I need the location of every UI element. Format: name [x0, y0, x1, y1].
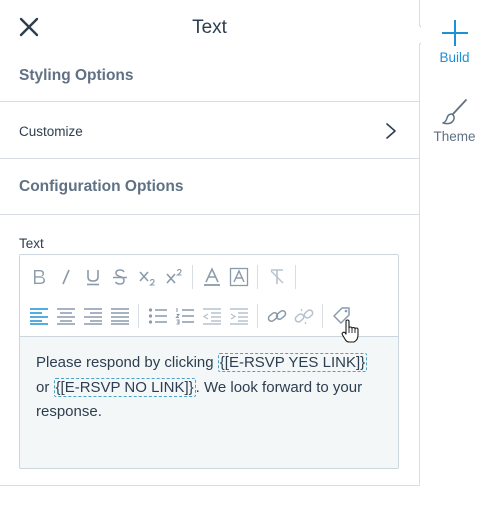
- unlink-icon: [294, 308, 313, 325]
- panel-header: Text: [0, 0, 419, 56]
- merge-token-yes[interactable]: {[E-RSVP YES LINK]}: [217, 353, 368, 372]
- strikethrough-button[interactable]: [106, 264, 133, 290]
- align-left-icon: [29, 308, 48, 325]
- bold-button[interactable]: [25, 264, 52, 290]
- align-justify-button[interactable]: [106, 303, 133, 329]
- text-field-label: Text: [19, 236, 44, 251]
- side-rail: Build Theme: [421, 0, 488, 486]
- superscript-icon: [165, 268, 182, 284]
- customize-label: Customize: [19, 124, 83, 139]
- styling-options-heading: Styling Options: [0, 56, 419, 102]
- superscript-button[interactable]: [160, 264, 187, 290]
- strikethrough-icon: [112, 269, 127, 285]
- highlight-color-icon: [229, 267, 248, 287]
- numbered-list-icon: [174, 308, 194, 325]
- underline-icon: [86, 270, 99, 286]
- clear-format-button[interactable]: [263, 264, 290, 290]
- unlink-button[interactable]: [290, 303, 317, 329]
- content-text: Please respond by clicking: [36, 354, 218, 371]
- configuration-options-heading: Configuration Options: [0, 159, 419, 215]
- align-left-button[interactable]: [25, 303, 52, 329]
- italic-button[interactable]: [52, 264, 79, 290]
- align-center-button[interactable]: [52, 303, 79, 329]
- align-justify-icon: [110, 308, 129, 325]
- subscript-icon: [138, 271, 155, 286]
- font-color-icon: [203, 267, 220, 286]
- merge-token-no[interactable]: {[E-RSVP NO LINK]}: [53, 377, 196, 397]
- highlight-color-button[interactable]: [225, 264, 252, 290]
- rich-text-editor: Please respond by clicking {[E-RSVP YES …: [19, 254, 399, 469]
- customize-row[interactable]: Customize: [0, 102, 419, 159]
- panel-title: Text: [192, 17, 227, 38]
- toolbar-row-1: [20, 262, 301, 292]
- indent-icon: [229, 308, 248, 325]
- chevron-right-icon: [386, 123, 396, 139]
- subscript-button[interactable]: [133, 264, 160, 290]
- align-right-button[interactable]: [79, 303, 106, 329]
- rail-theme-label: Theme: [433, 129, 476, 144]
- align-right-icon: [83, 308, 102, 325]
- rail-build[interactable]: Build: [421, 18, 488, 65]
- bullet-list-icon: [148, 308, 167, 324]
- clear-format-icon: [270, 269, 283, 284]
- rail-theme[interactable]: Theme: [421, 97, 488, 144]
- plus-icon: [441, 20, 468, 46]
- merge-tag-button[interactable]: [328, 303, 355, 329]
- outdent-icon: [202, 308, 221, 325]
- paintbrush-icon: [441, 99, 467, 125]
- outdent-button[interactable]: [198, 303, 225, 329]
- tag-icon: [332, 307, 350, 324]
- italic-icon: [61, 269, 70, 285]
- font-color-button[interactable]: [198, 264, 225, 290]
- indent-button[interactable]: [225, 303, 252, 329]
- content-text: or: [36, 378, 54, 396]
- numbered-list-button[interactable]: [171, 303, 198, 329]
- link-button[interactable]: [263, 303, 290, 329]
- link-icon: [267, 309, 286, 323]
- editor-content[interactable]: Please respond by clicking {[E-RSVP YES …: [20, 337, 398, 425]
- underline-button[interactable]: [79, 264, 106, 290]
- rail-build-label: Build: [439, 50, 470, 65]
- bullet-list-button[interactable]: [144, 303, 171, 329]
- text-settings-panel: Text Styling Options Customize Configura…: [0, 0, 420, 486]
- toolbar-row-2: [20, 301, 355, 331]
- bold-icon: [33, 270, 45, 284]
- align-center-icon: [56, 308, 75, 325]
- editor-toolbar: [20, 255, 398, 337]
